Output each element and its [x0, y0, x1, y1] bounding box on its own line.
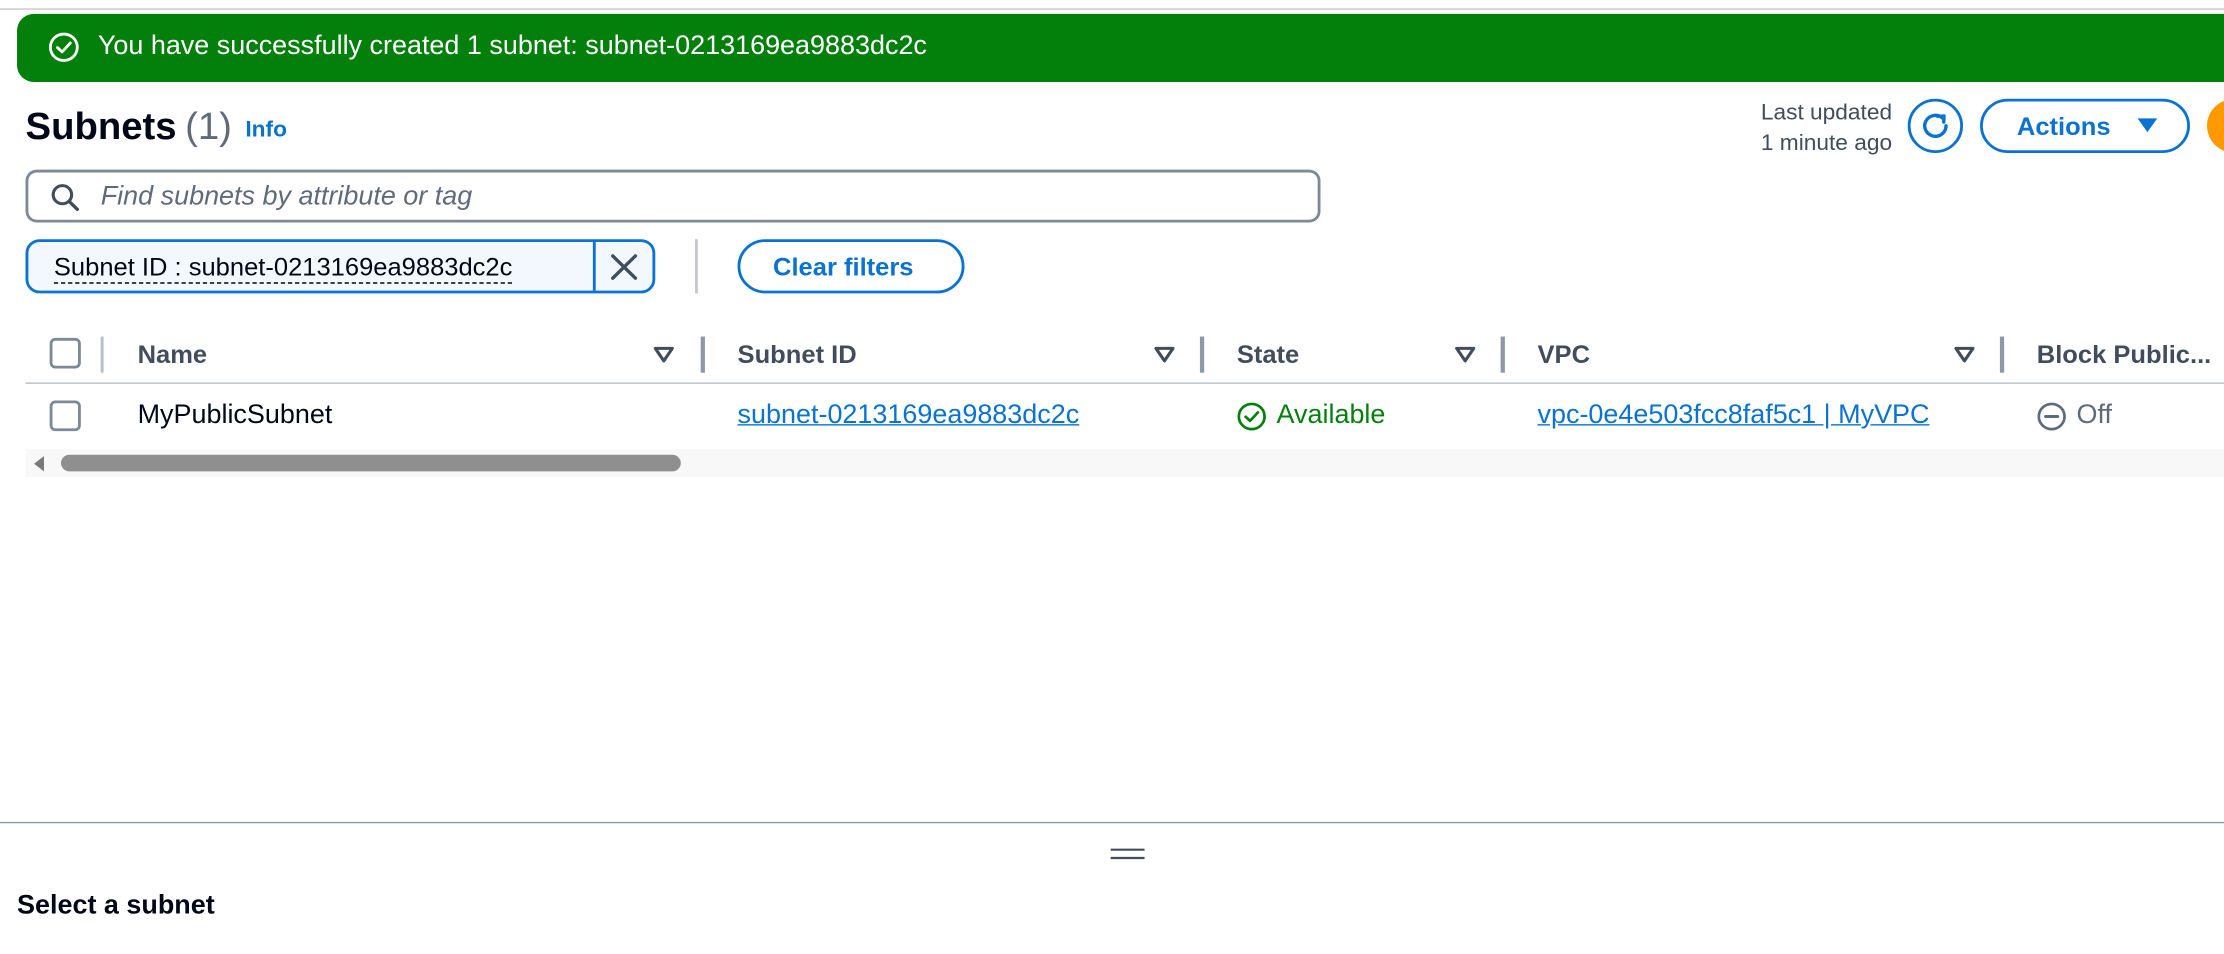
- create-subnet-button[interactable]: [2206, 98, 2224, 153]
- refresh-icon: [1923, 113, 1948, 138]
- table-header-divider: [25, 382, 2224, 384]
- column-resizer[interactable]: [1199, 336, 1205, 373]
- clear-filters-label: Clear filters: [773, 253, 914, 281]
- subnet-name-cell: MyPublicSubnet: [137, 400, 333, 430]
- caret-down-icon: [2137, 118, 2158, 133]
- row-select-checkbox[interactable]: [49, 400, 81, 432]
- column-separator: [100, 336, 104, 373]
- check-circle-icon: [48, 32, 79, 62]
- subnet-state-cell: Available: [1276, 400, 1386, 430]
- column-header-vpc[interactable]: VPC: [1538, 339, 1591, 370]
- resize-handle-icon[interactable]: [1110, 847, 1145, 861]
- subnet-count: (1): [185, 105, 232, 148]
- last-updated-label: Last updated: [1760, 101, 1893, 126]
- filter-token-divider: [592, 241, 596, 291]
- column-header-state[interactable]: State: [1237, 339, 1299, 370]
- status-available-icon: [1237, 402, 1266, 431]
- scroll-left-arrow-icon[interactable]: [34, 456, 45, 472]
- toolbar-divider: [695, 239, 698, 294]
- search-icon: [51, 184, 80, 211]
- filter-token: Subnet ID : subnet-0213169ea9883dc2c: [25, 239, 656, 294]
- search-input[interactable]: [100, 180, 1264, 215]
- page-title: Subnets (1): [26, 103, 232, 157]
- subnet-id-link[interactable]: subnet-0213169ea9883dc2c: [738, 399, 1080, 432]
- column-header-subnet-id[interactable]: Subnet ID: [738, 339, 857, 370]
- flash-message: You have successfully created 1 subnet: …: [97, 31, 927, 62]
- info-link[interactable]: Info: [245, 117, 287, 145]
- column-resizer[interactable]: [700, 336, 705, 373]
- sort-icon[interactable]: [1153, 346, 1176, 363]
- sort-icon[interactable]: [652, 346, 675, 363]
- last-updated-value: 1 minute ago: [1760, 132, 1893, 156]
- clear-filters-button[interactable]: Clear filters: [737, 239, 965, 294]
- column-resizer[interactable]: [1500, 336, 1505, 373]
- top-border: [0, 8, 2224, 10]
- last-updated: Last updated 1 minute ago: [1716, 99, 1892, 160]
- sort-icon[interactable]: [1454, 346, 1477, 363]
- split-panel-title: Select a subnet: [17, 891, 215, 921]
- scrollbar-thumb[interactable]: [60, 454, 681, 472]
- page-title-text: Subnets: [25, 105, 177, 148]
- actions-label: Actions: [2016, 112, 2111, 141]
- status-off-icon: [2037, 402, 2066, 431]
- split-panel-divider: [0, 821, 2224, 824]
- column-resizer[interactable]: [1999, 336, 2005, 373]
- close-icon[interactable]: [608, 252, 639, 283]
- filter-token-label[interactable]: Subnet ID : subnet-0213169ea9883dc2c: [53, 253, 513, 284]
- column-header-name[interactable]: Name: [138, 339, 208, 370]
- subnets-page: You have successfully created 1 subnet: …: [0, 0, 2224, 954]
- select-all-checkbox[interactable]: [49, 337, 81, 369]
- refresh-button[interactable]: [1907, 98, 1964, 153]
- column-header-block-public-access[interactable]: Block Public...: [2037, 339, 2224, 370]
- sort-icon[interactable]: [1953, 346, 1976, 363]
- vpc-link[interactable]: vpc-0e4e503fcc8faf5c1 | MyVPC: [1538, 399, 1930, 432]
- search-field[interactable]: [25, 169, 1321, 223]
- block-public-access-cell: Off: [2076, 400, 2112, 430]
- actions-button[interactable]: Actions: [1980, 98, 2190, 153]
